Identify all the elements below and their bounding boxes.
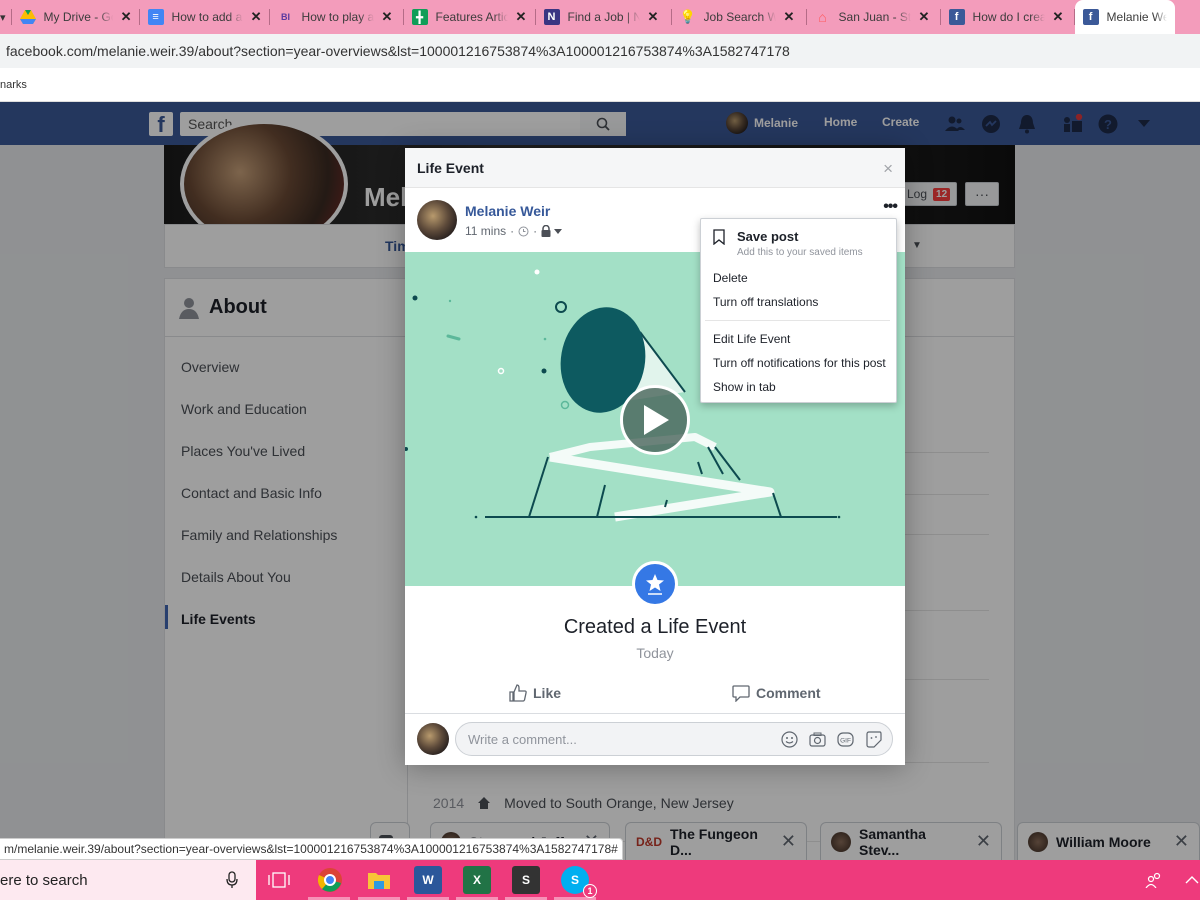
lightbulb-icon: 💡	[679, 9, 696, 24]
task-view-icon[interactable]	[265, 866, 293, 894]
avatar	[417, 723, 449, 755]
clock-icon	[518, 226, 529, 236]
modal-title: Life Event	[417, 159, 484, 176]
address-url[interactable]: facebook.com/melanie.weir.39/about?secti…	[6, 43, 790, 59]
browser-tab-strip: ▾ My Drive - Google Drive ✕ ≡ How to add…	[0, 0, 1200, 34]
google-drive-icon	[19, 9, 36, 25]
sticker-icon[interactable]	[864, 730, 882, 748]
address-bar[interactable]: facebook.com/melanie.weir.39/about?secti…	[0, 34, 1200, 68]
browser-tab[interactable]: ╋ Features Article ✕	[404, 0, 536, 34]
comment-composer: GIF	[417, 722, 893, 756]
bookmark-icon	[713, 229, 725, 245]
close-tab-icon[interactable]: ✕	[382, 9, 393, 25]
close-tab-icon[interactable]: ✕	[1053, 9, 1064, 25]
status-url-bubble: m/melanie.weir.39/about?section=year-ove…	[0, 838, 623, 860]
file-explorer-icon[interactable]	[365, 866, 393, 894]
menu-item-save-post[interactable]: Save post Add this to your saved items	[713, 229, 863, 258]
facebook-icon: f	[1082, 9, 1099, 25]
comment-icon	[732, 685, 750, 702]
windows-taskbar: ere to search W X S S 1	[0, 860, 1200, 900]
excel-icon[interactable]: X	[463, 866, 491, 894]
close-tab-icon[interactable]: ✕	[648, 9, 659, 25]
browser-tab[interactable]: ≡ How to add a ✕	[140, 0, 270, 34]
menu-item-turn-off-translations[interactable]: Turn off translations	[713, 295, 818, 309]
tab-search-icon: ▾	[0, 11, 6, 24]
camera-icon[interactable]	[808, 730, 826, 748]
emoji-icon[interactable]	[780, 730, 798, 748]
post-meta: 11 mins · ·	[465, 224, 563, 238]
privacy-selector[interactable]	[541, 225, 563, 237]
microphone-icon[interactable]	[226, 871, 238, 889]
thumbs-up-icon	[509, 684, 527, 702]
close-tab-icon[interactable]: ✕	[516, 9, 527, 25]
taskbar-search-box[interactable]: ere to search	[0, 860, 256, 900]
onenote-icon: N	[543, 9, 560, 25]
like-button[interactable]: Like	[509, 684, 561, 702]
tab-overflow[interactable]: ▾	[0, 0, 12, 34]
life-event-star-icon	[632, 561, 678, 607]
save-post-title: Save post	[737, 229, 799, 244]
bookmarks-bar: narks	[0, 68, 1200, 102]
browser-tab[interactable]: ⌂ San Juan - Sta ✕	[807, 0, 941, 34]
bi-icon: BI	[281, 12, 291, 22]
post-actions: Like Comment	[405, 678, 905, 714]
svg-text:GIF: GIF	[840, 737, 851, 744]
comment-button[interactable]: Comment	[732, 684, 821, 702]
browser-tab[interactable]: 💡 Job Search W ✕	[672, 0, 807, 34]
post-time[interactable]: 11 mins	[465, 224, 506, 238]
skype-icon[interactable]: S 1	[561, 866, 597, 898]
facebook-icon: f	[948, 9, 965, 25]
comment-input-wrapper[interactable]: GIF	[455, 722, 893, 756]
browser-tab-active[interactable]: f Melanie We	[1074, 0, 1175, 34]
close-tab-icon[interactable]: ✕	[251, 9, 262, 25]
life-event-title: Created a Life Event	[563, 616, 747, 638]
chrome-taskbar-icon[interactable]	[316, 866, 344, 894]
browser-tab[interactable]: N Find a Job | N ✕	[536, 0, 672, 34]
menu-divider	[705, 320, 890, 321]
menu-item-turn-off-notifications[interactable]: Turn off notifications for this post	[713, 356, 886, 370]
post-options-button[interactable]: •••	[883, 198, 898, 216]
browser-tab[interactable]: BI How to play a ✕	[270, 0, 404, 34]
chevron-down-icon	[554, 228, 563, 234]
avatar[interactable]	[417, 200, 457, 240]
comment-input[interactable]	[468, 731, 768, 747]
show-hidden-icons-chevron-up-icon[interactable]	[1178, 866, 1200, 894]
menu-item-delete[interactable]: Delete	[713, 271, 748, 285]
google-sheets-icon: ╋	[411, 9, 428, 25]
taskbar-search-text: ere to search	[0, 871, 88, 889]
play-button[interactable]	[620, 385, 690, 455]
close-tab-icon[interactable]: ✕	[784, 9, 795, 25]
close-tab-icon[interactable]: ✕	[121, 9, 132, 25]
play-icon	[644, 405, 669, 435]
bookmarks-label[interactable]: narks	[0, 79, 27, 91]
author-name[interactable]: Melanie Weir	[465, 203, 562, 219]
modal-header: Life Event ×	[405, 148, 905, 188]
save-post-subtitle: Add this to your saved items	[737, 247, 863, 258]
airbnb-icon: ⌂	[818, 9, 827, 25]
google-docs-icon: ≡	[147, 9, 164, 25]
post-options-menu: Save post Add this to your saved items D…	[700, 218, 897, 403]
lock-icon	[541, 225, 551, 237]
word-icon[interactable]: W	[414, 866, 442, 894]
skype-badge: 1	[583, 884, 597, 898]
close-tab-icon[interactable]: ✕	[919, 9, 930, 25]
comment-tools: GIF	[780, 730, 882, 748]
menu-item-show-in-tab[interactable]: Show in tab	[713, 380, 776, 394]
close-icon[interactable]: ×	[883, 159, 893, 179]
scrivener-icon[interactable]: S	[512, 866, 540, 894]
menu-item-edit-life-event[interactable]: Edit Life Event	[713, 332, 790, 346]
gif-icon[interactable]: GIF	[836, 730, 854, 748]
browser-tab[interactable]: f How do I crea ✕	[941, 0, 1075, 34]
life-event-date: Today	[636, 645, 674, 661]
people-icon[interactable]	[1140, 866, 1168, 894]
browser-tab[interactable]: My Drive - Google Drive ✕	[12, 0, 140, 34]
post-author: Melanie Weir 11 mins · ·	[417, 200, 563, 240]
